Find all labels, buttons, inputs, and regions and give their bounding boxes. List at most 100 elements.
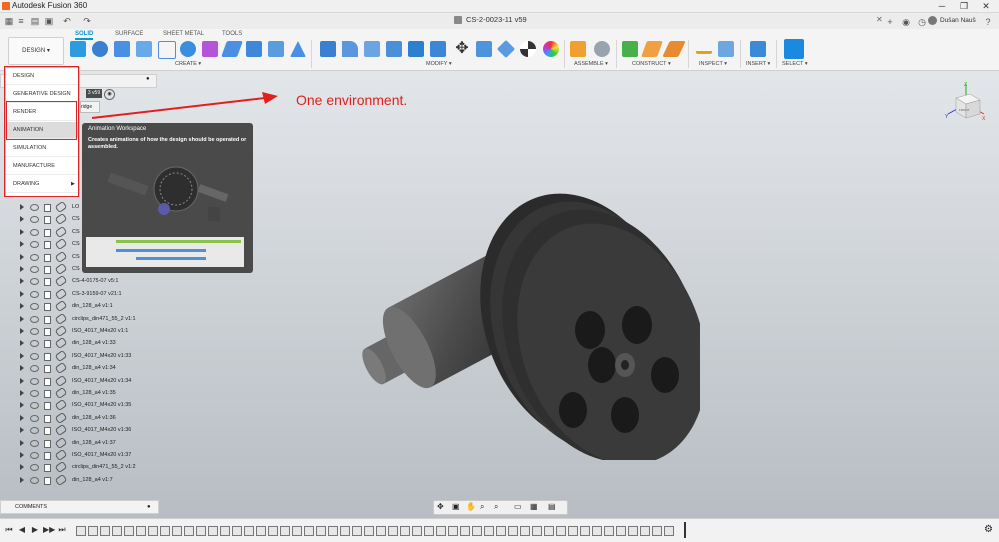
browser-options-icon[interactable]: ● <box>146 76 150 82</box>
redo-icon[interactable]: ↷ <box>82 16 92 26</box>
timeline-feature-icon[interactable] <box>220 526 230 536</box>
split-body-icon[interactable] <box>430 41 446 57</box>
browser-row[interactable]: din_128_a4 v1:34 <box>20 362 155 375</box>
expand-icon[interactable] <box>20 328 24 334</box>
press-pull-icon[interactable] <box>320 41 336 57</box>
visibility-icon[interactable] <box>30 216 39 224</box>
visibility-icon[interactable] <box>30 365 39 373</box>
orbit-icon[interactable]: ✥ <box>437 502 444 511</box>
visibility-icon[interactable] <box>30 476 39 484</box>
timeline-first-button[interactable]: ⏮ <box>4 525 14 535</box>
document-tab[interactable]: CS-2-0023-11 v59 <box>466 15 527 24</box>
timeline-feature-icon[interactable] <box>400 526 410 536</box>
visibility-icon[interactable] <box>30 303 39 311</box>
grid-settings-icon[interactable]: ▦ <box>530 502 538 511</box>
fit-icon[interactable]: ⌕ <box>494 502 498 512</box>
browser-row[interactable]: din_128_a4 v1:37 <box>20 436 155 449</box>
create-group-label[interactable]: CREATE ▾ <box>175 61 201 67</box>
expand-icon[interactable] <box>20 452 24 458</box>
browser-row[interactable]: din_128_a4 v1:36 <box>20 411 155 424</box>
timeline-play-button[interactable]: ▶ <box>30 525 40 535</box>
tab-surface[interactable]: SURFACE <box>115 31 143 37</box>
timeline-feature-icon[interactable] <box>76 526 86 536</box>
timeline-feature-icon[interactable] <box>640 526 650 536</box>
timeline-feature-icon[interactable] <box>448 526 458 536</box>
plane-at-angle-icon[interactable] <box>641 41 663 57</box>
timeline-feature-icon[interactable] <box>436 526 446 536</box>
visibility-icon[interactable] <box>30 290 39 298</box>
visibility-icon[interactable] <box>30 315 39 323</box>
expand-icon[interactable] <box>20 402 24 409</box>
expand-icon[interactable] <box>20 414 24 421</box>
help-icon[interactable]: ? <box>982 17 994 27</box>
user-avatar-icon[interactable] <box>928 16 937 25</box>
timeline-feature-icon[interactable] <box>196 526 206 536</box>
timeline-feature-icon[interactable] <box>388 526 398 536</box>
timeline-feature-icon[interactable] <box>244 526 254 536</box>
timeline-feature-icon[interactable] <box>664 526 674 536</box>
timeline-feature-icon[interactable] <box>172 526 182 536</box>
expand-icon[interactable] <box>20 390 24 396</box>
timeline-previous-button[interactable]: ◀ <box>17 525 27 535</box>
timeline-feature-icon[interactable] <box>88 526 98 536</box>
expand-icon[interactable] <box>20 228 24 235</box>
browser-row[interactable]: CS-3-9159-07 v21:1 <box>20 287 155 300</box>
visibility-icon[interactable] <box>30 278 39 286</box>
timeline-feature-icon[interactable] <box>304 526 314 536</box>
timeline-feature-icon[interactable] <box>256 526 266 536</box>
pan-icon[interactable]: ✋ <box>466 502 476 511</box>
scale-icon[interactable] <box>496 39 516 59</box>
assemble-group-label[interactable]: ASSEMBLE ▾ <box>574 61 608 67</box>
visibility-icon[interactable] <box>30 352 39 360</box>
visibility-icon[interactable] <box>30 253 39 261</box>
timeline-last-button[interactable]: ⏭ <box>57 525 67 535</box>
offset-plane-icon[interactable] <box>622 41 638 57</box>
visibility-icon[interactable] <box>30 241 39 249</box>
new-component-icon[interactable] <box>570 41 586 57</box>
create-form-icon[interactable] <box>92 41 108 57</box>
timeline-feature-icon[interactable] <box>100 526 110 536</box>
expand-icon[interactable] <box>20 266 24 272</box>
construct-group-label[interactable]: CONSTRUCT ▾ <box>632 61 671 67</box>
timeline-feature-icon[interactable] <box>280 526 290 536</box>
timeline-feature-icon[interactable] <box>616 526 626 536</box>
timeline-settings-icon[interactable]: ⚙ <box>984 524 993 535</box>
align-icon[interactable] <box>476 41 492 57</box>
expand-icon[interactable] <box>20 365 24 372</box>
visibility-icon[interactable] <box>30 452 39 459</box>
file-icon[interactable]: ▤ <box>30 16 40 26</box>
close-button[interactable]: ✕ <box>975 0 997 12</box>
viewcube-icon[interactable]: FRONT Z Y X <box>944 82 988 126</box>
visibility-icon[interactable] <box>30 464 39 472</box>
timeline-feature-icon[interactable] <box>496 526 506 536</box>
extensions-icon[interactable]: ◉ <box>900 17 912 27</box>
timeline-feature-icon[interactable] <box>508 526 518 536</box>
browser-row[interactable]: ISO_4017_M4x20 v1:33 <box>20 349 155 362</box>
tangent-plane-icon[interactable] <box>662 41 686 57</box>
create-sketch-icon[interactable] <box>70 41 86 57</box>
expand-icon[interactable] <box>20 216 24 223</box>
visibility-icon[interactable] <box>30 414 39 422</box>
browser-row[interactable]: ISO_4017_M4x20 v1:35 <box>20 399 155 412</box>
visibility-icon[interactable] <box>30 340 39 348</box>
timeline-feature-icon[interactable] <box>124 526 134 536</box>
visibility-icon[interactable] <box>30 439 39 447</box>
timeline-feature-icon[interactable] <box>136 526 146 536</box>
browser-row[interactable]: ISO_4017_M4x20 v1:37 <box>20 448 155 462</box>
look-at-icon[interactable]: ▣ <box>452 502 460 511</box>
shell-modify-icon[interactable] <box>386 41 402 57</box>
timeline-feature-icon[interactable] <box>160 526 170 536</box>
tab-solid[interactable]: SOLID <box>75 31 94 40</box>
timeline-feature-icon[interactable] <box>352 526 362 536</box>
timeline-next-button[interactable]: ▶▶ <box>43 525 55 535</box>
select-group-label[interactable]: SELECT ▾ <box>782 61 808 67</box>
browser-row[interactable]: circlips_din471_55_2 v1:2 <box>20 461 155 474</box>
timeline-feature-icon[interactable] <box>604 526 614 536</box>
timeline-feature-icon[interactable] <box>112 526 122 536</box>
comments-options-icon[interactable]: ● <box>147 501 151 513</box>
timeline-feature-icon[interactable] <box>232 526 242 536</box>
comments-panel[interactable]: COMMENTS ● <box>0 500 159 514</box>
sweep-icon[interactable] <box>158 41 176 59</box>
visibility-icon[interactable] <box>30 266 39 273</box>
expand-icon[interactable] <box>20 204 24 210</box>
